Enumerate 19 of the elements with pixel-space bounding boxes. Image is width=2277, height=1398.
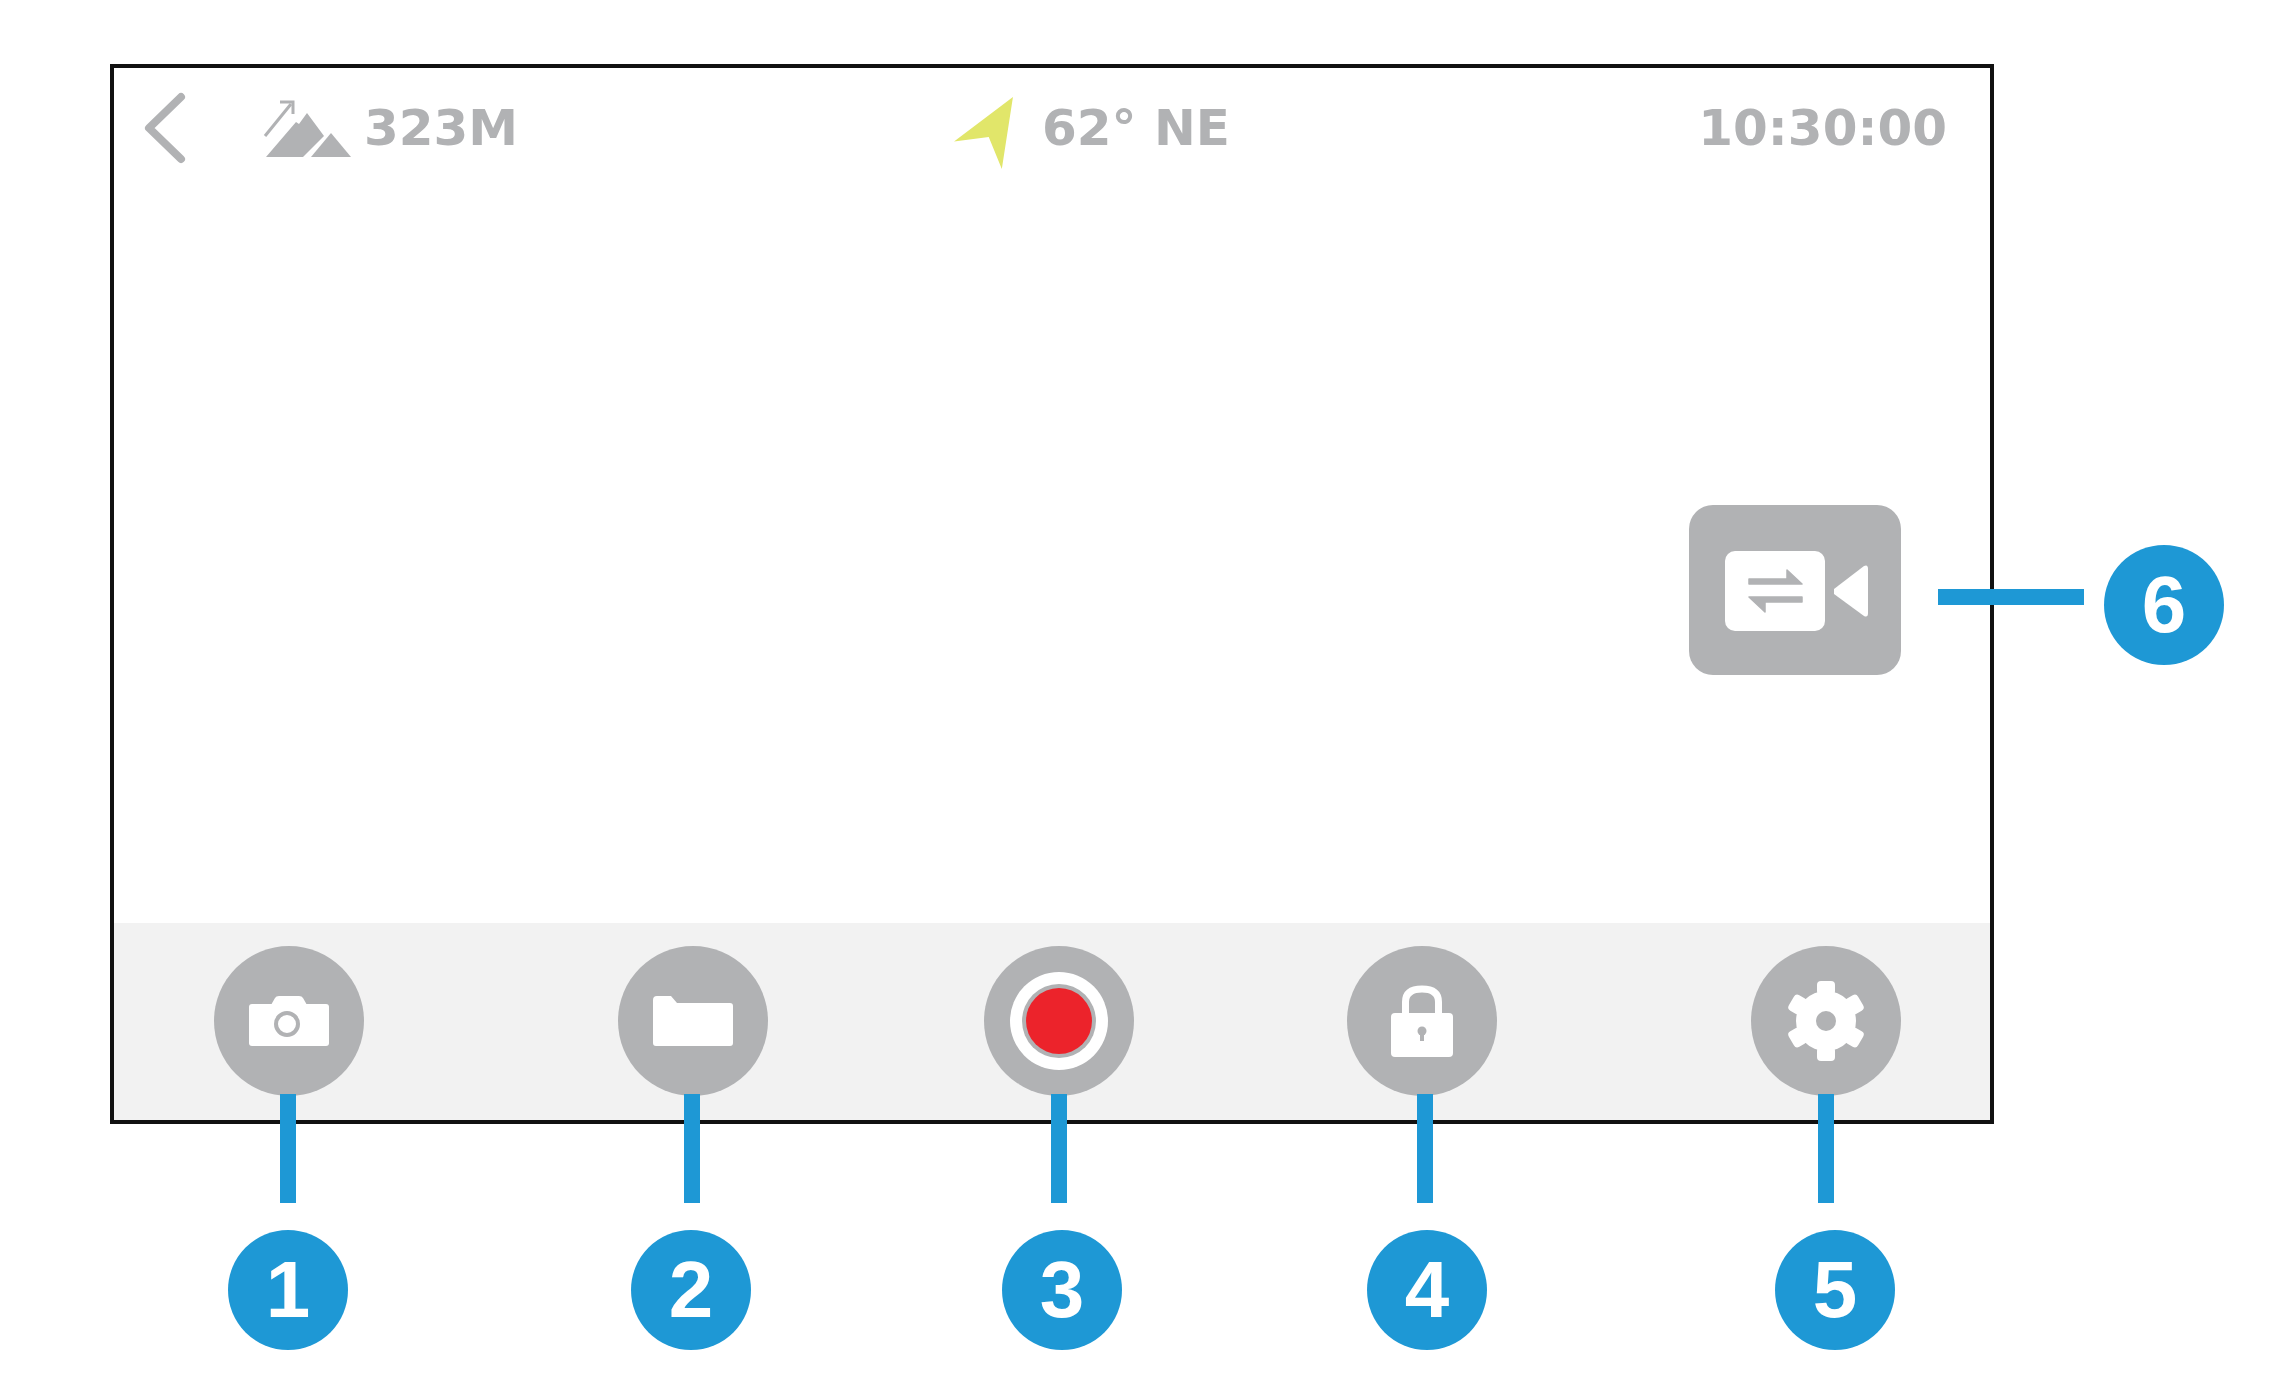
back-icon[interactable] — [143, 92, 187, 164]
clock-time: 10:30:00 — [1698, 103, 1947, 153]
callout-number: 4 — [1367, 1230, 1487, 1350]
compass-arrow-icon — [954, 97, 1013, 169]
camera-icon — [249, 996, 329, 1046]
switch-camera-icon — [1725, 551, 1868, 631]
callout-number: 2 — [631, 1230, 751, 1350]
altitude-reading: 323M — [364, 103, 519, 153]
settings-icon — [1786, 981, 1866, 1061]
record-icon — [1010, 972, 1108, 1070]
folder-icon — [653, 996, 733, 1046]
callout-number: 3 — [1002, 1230, 1122, 1350]
mountain-arrow-icon — [263, 99, 351, 157]
lock-icon — [1391, 985, 1453, 1057]
switch-camera-button[interactable] — [1689, 505, 1901, 675]
callout-number: 5 — [1775, 1230, 1895, 1350]
callout-number: 1 — [228, 1230, 348, 1350]
heading-reading: 62° NE — [1042, 103, 1230, 153]
callout-number: 6 — [2104, 545, 2224, 665]
